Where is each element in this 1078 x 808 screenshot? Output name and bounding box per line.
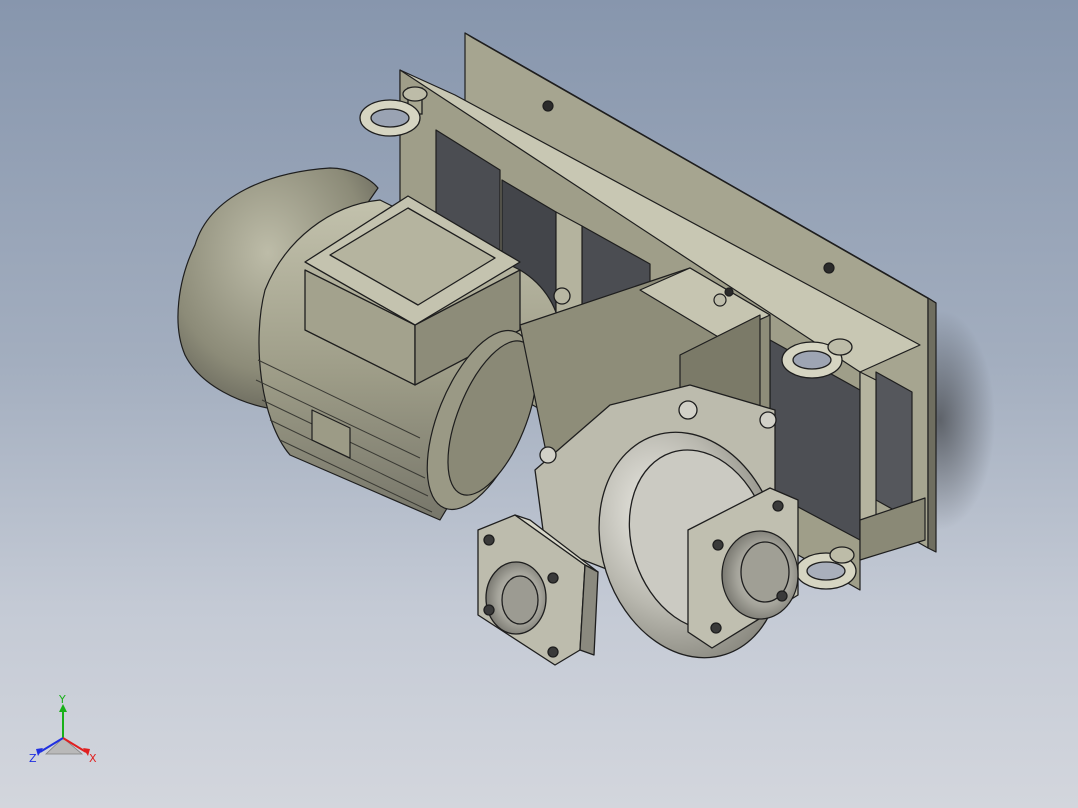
mount-hole — [823, 262, 835, 274]
triad-z-label: Z — [29, 752, 37, 765]
flange-bolt-hole — [547, 646, 559, 658]
cable-gland — [553, 287, 571, 305]
flange-bolt-hole — [483, 534, 495, 546]
triad-x-label: X — [89, 752, 97, 765]
pump-boss — [539, 446, 557, 464]
triad-z-arrow — [36, 748, 43, 756]
frame-opening — [875, 371, 913, 521]
flange-bolt-hole — [776, 590, 788, 602]
pump-boss — [678, 400, 698, 420]
pump-motor-assembly-model[interactable] — [0, 0, 1078, 808]
flange-bolt-hole — [483, 604, 495, 616]
triad-y-label: Y — [58, 693, 66, 706]
mount-hole — [542, 100, 554, 112]
base-plate-side-edge — [927, 297, 937, 553]
bracket-bolt-hole — [724, 287, 734, 297]
flange-bolt-hole — [772, 500, 784, 512]
flange-bolt-hole — [547, 572, 559, 584]
bracket-bolt — [713, 293, 727, 307]
flange-bolt-hole — [712, 539, 724, 551]
suction-bore — [501, 575, 539, 625]
orientation-triad[interactable]: Y X Z — [24, 692, 104, 772]
3d-viewport[interactable]: Y X Z — [0, 0, 1078, 808]
flange-bolt-hole — [710, 622, 722, 634]
pump-boss — [759, 411, 777, 429]
